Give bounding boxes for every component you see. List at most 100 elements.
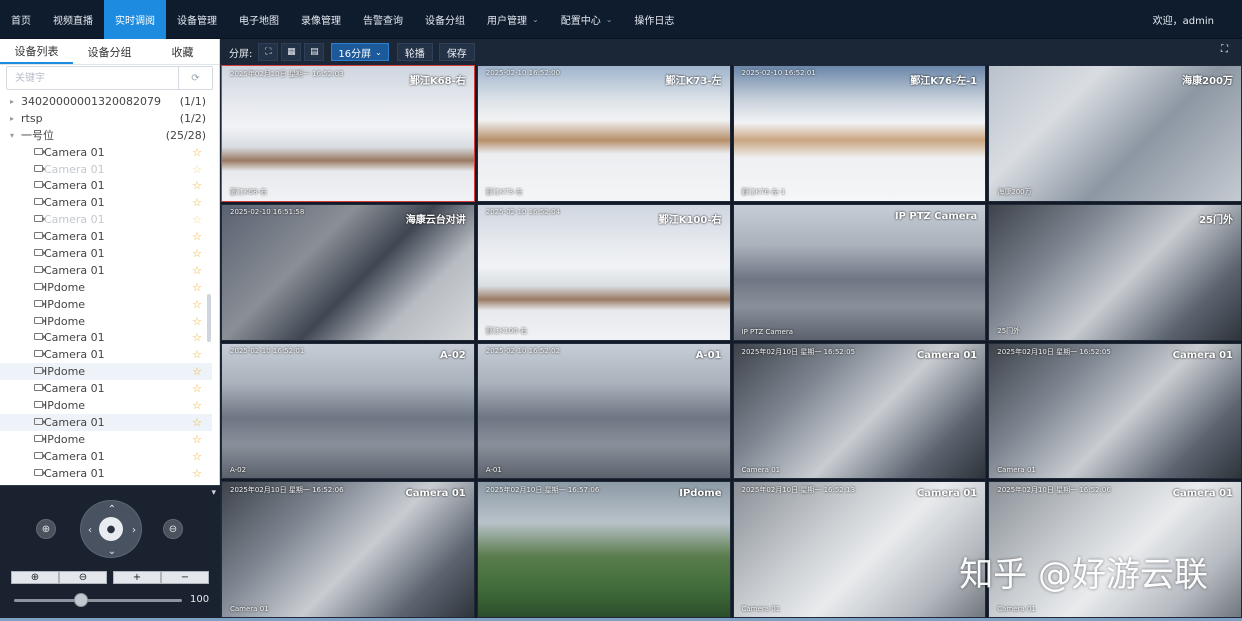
iris-open-button[interactable]: +: [113, 571, 161, 584]
star-icon[interactable]: ☆: [192, 194, 202, 211]
tree-group[interactable]: ▸ 34020000001320082079 (1/1): [0, 93, 212, 110]
tree-camera-item[interactable]: Camera 01 ☆: [0, 177, 212, 194]
speed-slider-thumb[interactable]: [74, 593, 89, 607]
tree-camera-item[interactable]: IPdome ☆: [0, 279, 212, 296]
nav-item-0[interactable]: 首页: [0, 0, 42, 39]
tree-camera-item[interactable]: IPdome ☆: [0, 313, 212, 330]
video-tile[interactable]: 2025年02月10日 星期一 16:57:06 IPdome: [476, 481, 731, 618]
star-icon[interactable]: ☆: [192, 279, 202, 296]
video-tile[interactable]: 海康200万 海康200万: [988, 65, 1242, 202]
star-icon[interactable]: ☆: [192, 363, 202, 380]
star-icon[interactable]: ☆: [192, 313, 202, 330]
star-icon[interactable]: ☆: [192, 414, 202, 431]
caret-down-icon[interactable]: ▾: [10, 131, 14, 140]
star-icon[interactable]: ☆: [192, 296, 202, 313]
tree-camera-item[interactable]: IPdome ☆: [0, 431, 212, 448]
fullscreen-icon[interactable]: ⛶: [1221, 44, 1228, 55]
ptz-up-icon[interactable]: ⌃: [105, 502, 119, 516]
split-select[interactable]: 16分屏 ⌄: [331, 43, 389, 61]
video-tile[interactable]: 2025年02月10日 星期一 16:52:13 Camera 01 Camera …: [732, 481, 987, 618]
nav-item-3[interactable]: 设备管理: [166, 0, 228, 39]
tree-camera-item[interactable]: Camera 01 ☆: [0, 346, 212, 363]
video-tile[interactable]: 2025-02-10 16:52:00 鄞江K73-左 鄞江K73-左: [476, 65, 731, 202]
grid-4-icon[interactable]: ▦: [281, 43, 302, 61]
tree-camera-item[interactable]: Camera 01 ☆: [0, 262, 212, 279]
star-icon[interactable]: ☆: [192, 228, 202, 245]
video-tile[interactable]: 2025年02月10日 星期一 16:52:05 Camera 01 Camera …: [988, 342, 1242, 480]
tree-camera-item[interactable]: IPdome ☆: [0, 397, 212, 414]
zoom-in-icon[interactable]: ⊕: [36, 519, 56, 539]
speed-slider-track[interactable]: [14, 599, 182, 602]
tree-camera-item[interactable]: Camera 01 ☆: [0, 465, 212, 481]
user-greeting[interactable]: 欢迎，admin: [1153, 0, 1214, 39]
star-icon[interactable]: ☆: [192, 448, 202, 465]
search-input[interactable]: [7, 67, 178, 89]
iris-close-button[interactable]: −: [161, 571, 209, 584]
focus-far-button[interactable]: ⊖: [59, 571, 107, 584]
star-icon[interactable]: ☆: [192, 431, 202, 448]
tree-camera-item[interactable]: Camera 01 ☆: [0, 144, 212, 161]
nav-item-1[interactable]: 视频直播: [42, 0, 104, 39]
video-tile[interactable]: IP PTZ Camera IP PTZ Camera: [732, 203, 987, 341]
tree-camera-item[interactable]: IPdome ☆: [0, 363, 212, 381]
microphone-icon[interactable]: ●: [99, 517, 123, 541]
video-tile[interactable]: 2025-02-10 16:52:02 A-01 A-01: [476, 342, 731, 480]
star-icon[interactable]: ☆: [192, 161, 202, 178]
zoom-out-icon[interactable]: ⊖: [163, 519, 183, 539]
ptz-left-icon[interactable]: ‹: [83, 523, 97, 537]
tree-camera-item[interactable]: Camera 01 ☆: [0, 211, 212, 228]
video-tile[interactable]: 2025-02-10 16:52:01 鄞江K76-左-1 鄞江K76-左-1: [732, 65, 987, 202]
star-icon[interactable]: ☆: [192, 245, 202, 262]
tree-group[interactable]: ▾ 一号位 (25/28): [0, 127, 212, 144]
video-tile[interactable]: 2025-02-10 16:52:01 A-02 A-02: [221, 342, 475, 480]
tree-camera-item[interactable]: Camera 01 ☆: [0, 245, 212, 262]
tab-device-list[interactable]: 设备列表: [0, 39, 73, 64]
nav-item-2[interactable]: 实时调阅: [104, 0, 166, 39]
nav-item-10[interactable]: 操作日志: [623, 0, 685, 39]
video-tile[interactable]: 25门外 25门外: [988, 203, 1242, 341]
nav-item-7[interactable]: 设备分组: [414, 0, 476, 39]
tree-camera-item[interactable]: Camera 01 ☆: [0, 161, 212, 178]
tree-camera-item[interactable]: Camera 01 ☆: [0, 413, 212, 431]
patrol-button[interactable]: 轮播: [396, 43, 433, 61]
save-button[interactable]: 保存: [438, 43, 475, 61]
focus-near-button[interactable]: ⊕: [11, 571, 59, 584]
tree-camera-item[interactable]: Camera 01 ☆: [0, 194, 212, 211]
ptz-down-icon[interactable]: ⌄: [105, 544, 119, 558]
tree-camera-item[interactable]: Camera 01 ☆: [0, 448, 212, 465]
tab-favorites[interactable]: 收藏: [146, 39, 219, 64]
collapse-icon[interactable]: ▾: [211, 488, 216, 498]
star-icon[interactable]: ☆: [192, 397, 202, 414]
video-tile[interactable]: 2025年02月10日 星期一 16:52:03 鄞江K68-右 鄞江K68-右: [221, 65, 475, 202]
tree-camera-item[interactable]: Camera 01 ☆: [0, 329, 212, 346]
video-tile[interactable]: 2025-02-10 16:52:04 鄞江K100-右 鄞江K100-右: [476, 203, 731, 341]
tree-camera-item[interactable]: Camera 01 ☆: [0, 380, 212, 397]
nav-item-9[interactable]: 配置中心 ⌄: [550, 0, 624, 39]
star-icon[interactable]: ☆: [192, 380, 202, 397]
nav-item-5[interactable]: 录像管理: [290, 0, 352, 39]
star-icon[interactable]: ☆: [192, 262, 202, 279]
star-icon[interactable]: ☆: [192, 144, 202, 161]
tree-group[interactable]: ▸ rtsp (1/2): [0, 110, 212, 127]
caret-right-icon[interactable]: ▸: [10, 114, 14, 123]
tree-camera-item[interactable]: Camera 01 ☆: [0, 228, 212, 245]
star-icon[interactable]: ☆: [192, 329, 202, 346]
nav-item-6[interactable]: 告警查询: [352, 0, 414, 39]
star-icon[interactable]: ☆: [192, 211, 202, 228]
refresh-icon[interactable]: ⟳: [178, 67, 212, 89]
video-tile[interactable]: 2025年02月10日 星期一 16:52:06 Camera 01 Camera …: [221, 481, 475, 618]
ptz-right-icon[interactable]: ›: [127, 523, 141, 537]
nav-item-8[interactable]: 用户管理 ⌄: [476, 0, 550, 39]
tab-device-group[interactable]: 设备分组: [73, 39, 146, 64]
video-tile[interactable]: 2025年02月10日 星期一 16:52:05 Camera 01 Camera …: [732, 342, 987, 480]
fullscreen-single-icon[interactable]: ⛶: [258, 43, 279, 61]
tree-scrollbar[interactable]: [207, 294, 211, 342]
tree-camera-item[interactable]: IPdome ☆: [0, 296, 212, 313]
star-icon[interactable]: ☆: [192, 177, 202, 194]
star-icon[interactable]: ☆: [192, 465, 202, 481]
nav-item-4[interactable]: 电子地图: [228, 0, 290, 39]
video-tile[interactable]: 2025-02-10 16:51:58 海康云台对讲: [221, 203, 475, 341]
star-icon[interactable]: ☆: [192, 346, 202, 363]
caret-right-icon[interactable]: ▸: [10, 97, 14, 106]
grid-9-icon[interactable]: ▤: [304, 43, 325, 61]
